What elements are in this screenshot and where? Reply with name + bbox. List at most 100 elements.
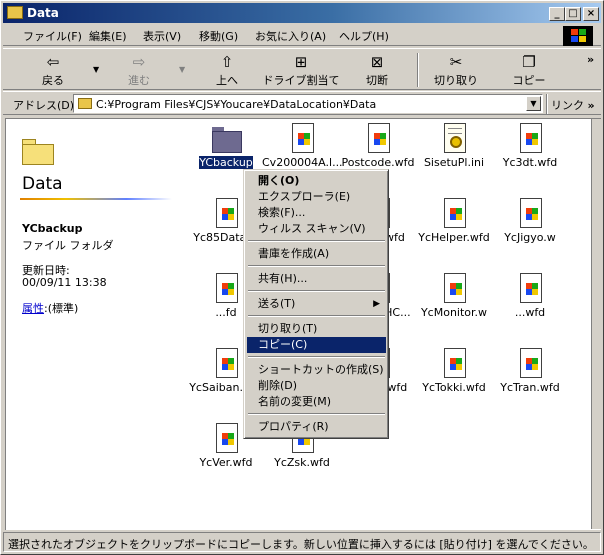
- file-item[interactable]: YcTokki.wfd: [414, 344, 494, 414]
- up-folder-icon: ⇧: [220, 53, 234, 71]
- vertical-scrollbar[interactable]: [591, 119, 603, 529]
- map-drive-icon: ⊞: [294, 53, 308, 71]
- status-text: 選択されたオブジェクトをクリップボードにコピーします。新しい位置に挿入するには …: [8, 538, 594, 551]
- window-title: Data: [27, 6, 59, 20]
- menu-separator: [248, 290, 385, 292]
- address-bar: アドレス(D) C:¥Program Files¥CJS¥Youcare¥Dat…: [3, 91, 601, 115]
- menu-item-virus-scan[interactable]: ウィルス スキャン(V): [247, 221, 386, 237]
- document-icon: [516, 123, 544, 155]
- menu-edit[interactable]: 編集(E): [89, 28, 127, 44]
- document-icon: [440, 273, 468, 305]
- close-button[interactable]: ×: [583, 7, 599, 21]
- pane-folder-title: Data: [22, 174, 63, 194]
- cut-button[interactable]: ✂ 切り取り: [423, 51, 489, 89]
- menu-item-copy[interactable]: コピー(C): [247, 337, 386, 353]
- file-name-label: YcZsk.wfd: [274, 456, 330, 469]
- attributes-line: 属性:(標準): [22, 300, 78, 316]
- menu-separator: [248, 265, 385, 267]
- menu-file[interactable]: ファイル(F): [23, 28, 82, 44]
- document-icon: [516, 348, 544, 380]
- address-dropdown-button[interactable]: ▼: [526, 96, 541, 111]
- file-name-label: SisetuPl.ini: [423, 156, 485, 169]
- address-input[interactable]: C:¥Program Files¥CJS¥Youcare¥DataLocatio…: [73, 94, 543, 113]
- web-view-pane: Data YCbackup ファイル フォルダ 更新日時: 00/09/11 1…: [6, 119, 174, 529]
- menu-item-send-to[interactable]: 送る(T) ▶: [247, 296, 386, 312]
- menu-item-search[interactable]: 検索(F)...: [247, 205, 386, 221]
- menu-item-rename[interactable]: 名前の変更(M): [247, 394, 386, 410]
- attributes-link[interactable]: 属性: [22, 302, 44, 315]
- menu-bar: ファイル(F) 編集(E) 表示(V) 移動(G) お気に入り(A) ヘルプ(H…: [3, 24, 601, 46]
- back-dropdown-icon[interactable]: ▼: [93, 65, 99, 74]
- map-drive-button[interactable]: ⊞ ドライブ割当て: [261, 51, 341, 89]
- document-icon: [440, 348, 468, 380]
- menu-item-create-archive[interactable]: 書庫を作成(A): [247, 246, 386, 262]
- file-item[interactable]: Yc3dt.wfd: [490, 119, 570, 189]
- menu-item-open[interactable]: 開く(O): [247, 173, 386, 189]
- status-bar: 選択されたオブジェクトをクリップボードにコピーします。新しい位置に挿入するには …: [3, 532, 601, 552]
- pane-divider: [20, 198, 172, 200]
- menu-item-create-shortcut[interactable]: ショートカットの作成(S): [247, 362, 386, 378]
- file-name-label: YcJigyo.w: [504, 231, 556, 244]
- disconnect-drive-icon: ⊠: [370, 53, 384, 71]
- title-bar[interactable]: Data _ □ ×: [3, 3, 601, 23]
- file-name-label: YcVer.wfd: [199, 456, 253, 469]
- document-icon: [212, 348, 240, 380]
- file-item[interactable]: ...wfd: [490, 269, 570, 339]
- folder-icon: [212, 123, 242, 155]
- modified-value: 00/09/11 13:38: [22, 276, 107, 289]
- address-path: C:¥Program Files¥CJS¥Youcare¥DataLocatio…: [96, 98, 377, 111]
- file-item[interactable]: YcHelper.wfd: [414, 194, 494, 264]
- forward-dropdown-icon[interactable]: ▼: [179, 65, 185, 74]
- maximize-button[interactable]: □: [565, 7, 581, 21]
- menu-separator: [248, 315, 385, 317]
- document-icon: [212, 198, 240, 230]
- menu-item-share[interactable]: 共有(H)...: [247, 271, 386, 287]
- explorer-window: Data _ □ × ファイル(F) 編集(E) 表示(V) 移動(G) お気に…: [0, 0, 604, 555]
- copy-button[interactable]: ❐ コピー: [499, 51, 559, 89]
- file-name-label: YCbackup: [198, 156, 254, 169]
- file-name-label: YcTokki.wfd: [422, 381, 486, 394]
- menu-item-delete[interactable]: 削除(D): [247, 378, 386, 394]
- toolbar-separator: [417, 53, 419, 87]
- document-icon: [516, 198, 544, 230]
- file-item[interactable]: SisetuPl.ini: [414, 119, 494, 189]
- folder-icon: [7, 6, 23, 19]
- file-name-label: YcHelper.wfd: [418, 231, 490, 244]
- menu-help[interactable]: ヘルプ(H): [339, 28, 389, 44]
- menu-favorites[interactable]: お気に入り(A): [255, 28, 326, 44]
- windows-logo-icon: [563, 26, 593, 46]
- document-icon: [288, 123, 316, 155]
- links-separator: [546, 94, 548, 114]
- minimize-button[interactable]: _: [549, 7, 565, 21]
- file-item[interactable]: YcTran.wfd: [490, 344, 570, 414]
- file-name-label: Yc3dt.wfd: [502, 156, 558, 169]
- menu-separator: [248, 240, 385, 242]
- toolbar-more-icon[interactable]: »: [587, 53, 594, 66]
- menu-separator: [248, 356, 385, 358]
- menu-item-cut[interactable]: 切り取り(T): [247, 321, 386, 337]
- links-more-icon: »: [587, 99, 595, 112]
- submenu-arrow-icon: ▶: [373, 299, 380, 309]
- back-button[interactable]: ⇦ 戻る: [25, 51, 81, 89]
- file-name-label: ...wfd: [514, 306, 546, 319]
- menu-item-properties[interactable]: プロパティ(R): [247, 419, 386, 435]
- forward-button[interactable]: ⇨ 進む: [111, 51, 167, 89]
- context-menu: 開く(O) エクスプローラ(E) 検索(F)... ウィルス スキャン(V) 書…: [243, 169, 389, 439]
- menu-view[interactable]: 表示(V): [143, 28, 181, 44]
- file-item[interactable]: YcJigyo.w: [490, 194, 570, 264]
- menu-item-explore[interactable]: エクスプローラ(E): [247, 189, 386, 205]
- menu-separator: [248, 413, 385, 415]
- file-name-label: Postcode.wfd: [341, 156, 415, 169]
- file-name-label: YcTran.wfd: [500, 381, 560, 394]
- file-item[interactable]: YcMonitor.w: [414, 269, 494, 339]
- file-name-label: YcMonitor.w: [420, 306, 488, 319]
- document-icon: [440, 198, 468, 230]
- address-label: アドレス(D): [13, 99, 75, 112]
- links-button[interactable]: リンク »: [551, 97, 595, 113]
- disconnect-button[interactable]: ⊠ 切断: [347, 51, 407, 89]
- forward-arrow-icon: ⇨: [132, 53, 146, 71]
- menu-go[interactable]: 移動(G): [199, 28, 238, 44]
- back-arrow-icon: ⇦: [46, 53, 60, 71]
- up-button[interactable]: ⇧ 上へ: [199, 51, 255, 89]
- attributes-value: :(標準): [44, 302, 79, 315]
